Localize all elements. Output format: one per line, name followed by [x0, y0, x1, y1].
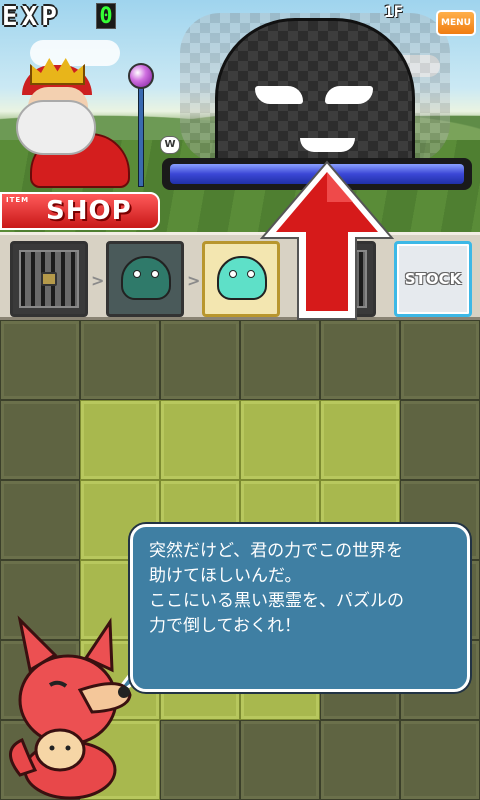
item-strip: > > STOCK [0, 232, 480, 320]
board-tile[interactable] [0, 480, 80, 560]
board-tile[interactable] [0, 400, 80, 480]
board-tile[interactable] [320, 320, 400, 400]
staff [138, 77, 144, 187]
slime-eye [229, 270, 237, 278]
board-tile[interactable] [400, 720, 480, 800]
board-tile[interactable] [320, 400, 400, 480]
chevron-right-icon: > [91, 271, 105, 290]
chevron-right-icon: > [187, 271, 201, 290]
board-tile[interactable] [160, 720, 240, 800]
menu-button[interactable]: MENU [436, 10, 476, 36]
staff-orb-icon [128, 63, 154, 89]
ghost-eye-right [325, 86, 373, 104]
slime-eye [151, 270, 159, 278]
board-tile[interactable] [400, 320, 480, 400]
dialogue-text: 突然だけど、君の力でこの世界を 助けてほしいんだ。 ここにいる黒い悪霊を、パズル… [149, 541, 404, 636]
shop-label: SHOP [46, 196, 132, 226]
battle-scene: W EXP 0 1F MENU ITEM SHOP [0, 0, 480, 232]
arrow-up-icon [259, 160, 395, 320]
lock-icon [41, 272, 57, 286]
board-tile[interactable] [240, 400, 320, 480]
king-character [10, 55, 160, 190]
board-tile[interactable] [320, 720, 400, 800]
w-badge: W [160, 136, 180, 154]
dark-ghost-enemy[interactable] [180, 13, 450, 168]
fox-guide-character [9, 615, 132, 800]
board-tile[interactable] [240, 320, 320, 400]
stock-button[interactable]: STOCK [394, 241, 472, 317]
slime-eye [247, 270, 255, 278]
board-tile[interactable] [80, 400, 160, 480]
dialogue-box[interactable]: 突然だけど、君の力でこの世界を 助けてほしいんだ。 ここにいる黒い悪霊を、パズル… [130, 524, 470, 692]
slime-eye [133, 270, 141, 278]
exp-label: EXP [2, 2, 61, 32]
board-tile[interactable] [400, 400, 480, 480]
board-tile[interactable] [160, 400, 240, 480]
board-tile[interactable] [240, 720, 320, 800]
king-beard [16, 100, 96, 155]
shop-item-label: ITEM [6, 196, 30, 204]
board-tile[interactable] [160, 320, 240, 400]
ghost-eye-left [255, 86, 303, 104]
dark-slime-icon [121, 256, 171, 300]
floor-indicator: 1F [384, 2, 404, 21]
stock-label: STOCK [404, 270, 462, 288]
ghost-mouth [300, 138, 355, 152]
exp-value: 0 [96, 3, 116, 29]
item-slot-locked[interactable] [10, 241, 88, 317]
item-slot-dark-slime[interactable] [106, 241, 184, 317]
shop-button[interactable]: ITEM SHOP [0, 192, 160, 230]
board-tile[interactable] [80, 320, 160, 400]
board-tile[interactable] [0, 320, 80, 400]
